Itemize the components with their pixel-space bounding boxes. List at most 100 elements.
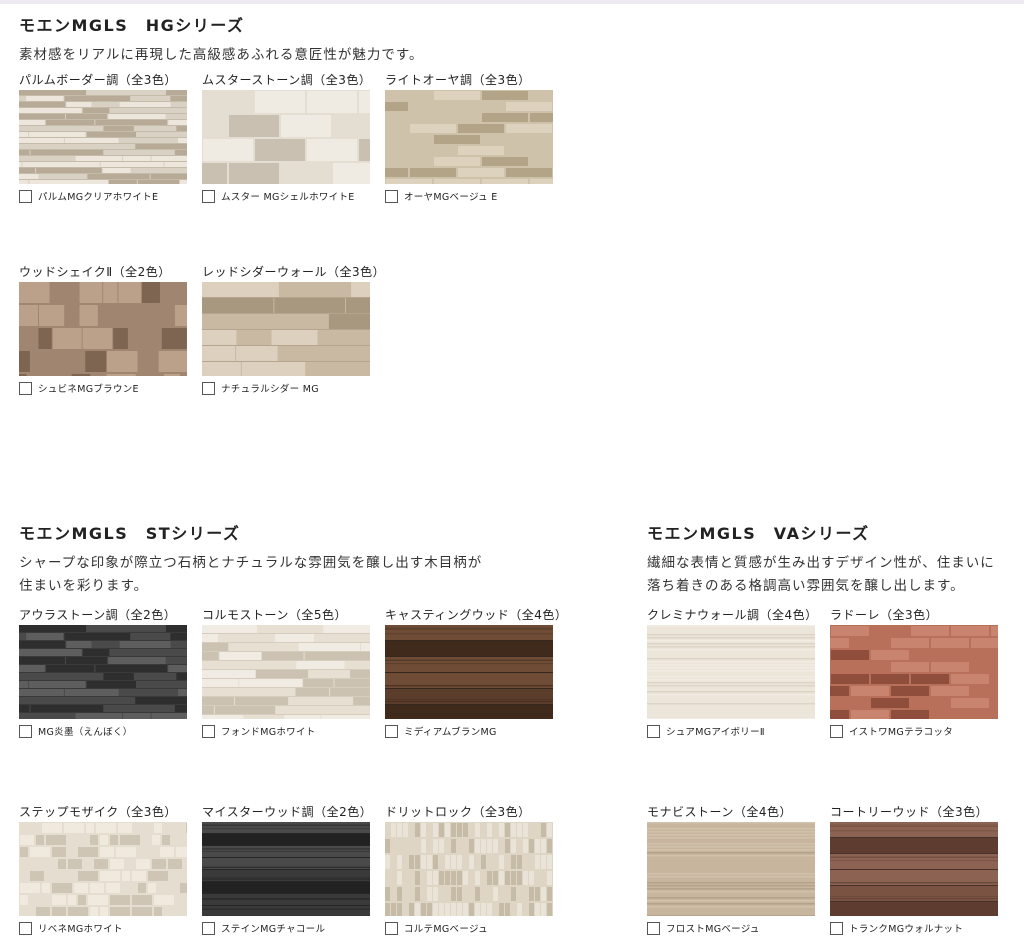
material-name: パルムボーダー調（全3色） [19, 73, 177, 87]
material-card: コートリーウッド（全3色） トランクMGウォルナット [830, 803, 998, 937]
product-name: リベネMGホワイト [38, 924, 123, 935]
st-series-desc-line: シャープな印象が際立つ石柄とナチュラルな雰囲気を醸し出す木目柄が [19, 555, 483, 571]
product-name: ナチュラルシダー MG [221, 384, 319, 395]
product-name: オーヤMGベージュ E [404, 192, 498, 203]
st-series-title: モエンMGLS STシリーズ [19, 524, 241, 543]
material-card: コルモストーン（全5色） フォンドMGホワイト [202, 606, 370, 740]
product-select-row[interactable]: ミディアムブランMG [385, 722, 553, 740]
product-name: シュアMGアイボリーⅡ [666, 727, 765, 738]
product-checkbox[interactable] [19, 921, 32, 935]
material-swatch-image[interactable] [19, 625, 187, 719]
st-row-1: アウラストーン調（全2色） MG炎墨（えんぼく） コルモストーン（全5色） フォンドM… [19, 606, 568, 740]
material-swatch-image[interactable] [202, 282, 370, 376]
material-name: クレミナウォール調（全4色） [647, 608, 818, 622]
product-checkbox[interactable] [647, 724, 660, 738]
material-card: ステップモザイク（全3色） リベネMGホワイト [19, 803, 187, 937]
product-checkbox[interactable] [385, 921, 398, 935]
product-checkbox[interactable] [830, 921, 843, 935]
material-card: マイスターウッド調（全2色） ステインMGチャコール [202, 803, 373, 937]
product-select-row[interactable]: ナチュラルシダー MG [202, 379, 370, 397]
material-card: ライトオーヤ調（全3色） オーヤMGベージュ E [385, 71, 553, 205]
va-row-1: クレミナウォール調（全4色） シュアMGアイボリーⅡ ラドーレ（全3色） イストワMG… [647, 606, 1013, 740]
material-card: クレミナウォール調（全4色） シュアMGアイボリーⅡ [647, 606, 818, 740]
st-series-description: シャープな印象が際立つ石柄とナチュラルな雰囲気を醸し出す木目柄が 住まいを彩りま… [19, 552, 482, 598]
material-swatch-image[interactable] [19, 822, 187, 916]
hg-series-description: 素材感をリアルに再現した高級感あふれる意匠性が魅力です。 [19, 44, 424, 67]
product-name: ミディアムブランMG [404, 727, 497, 738]
product-checkbox[interactable] [202, 724, 215, 738]
st-series-desc-line: 住まいを彩ります。 [19, 578, 149, 594]
product-select-row[interactable]: イストワMGテラコッタ [830, 722, 998, 740]
product-select-row[interactable]: MG炎墨（えんぼく） [19, 722, 187, 740]
material-swatch-image[interactable] [202, 625, 370, 719]
product-select-row[interactable]: コルテMGベージュ [385, 919, 553, 937]
hg-row-2: ウッドシェイクⅡ（全2色） シュビネMGブラウンE レッドシダーウォール（全3色） ナ… [19, 263, 385, 397]
product-name: フォンドMGホワイト [221, 727, 316, 738]
material-name: コルモストーン（全5色） [202, 608, 348, 622]
material-card: モナビストーン（全4色） フロストMGベージュ [647, 803, 815, 937]
product-select-row[interactable]: フロストMGベージュ [647, 919, 815, 937]
product-name: MG炎墨（えんぼく） [38, 727, 133, 738]
material-card: ドリットロック（全3色） コルテMGベージュ [385, 803, 553, 937]
va-row-2: モナビストーン（全4色） フロストMGベージュ コートリーウッド（全3色） トランクM… [647, 803, 1013, 937]
material-name: ドリットロック（全3色） [385, 805, 531, 819]
material-swatch-image[interactable] [385, 822, 553, 916]
material-swatch-image[interactable] [647, 822, 815, 916]
material-name: コートリーウッド（全3色） [830, 805, 989, 819]
product-select-row[interactable]: ムスター MGシェルホワイトE [202, 187, 370, 205]
material-name: ラドーレ（全3色） [830, 608, 939, 622]
product-select-row[interactable]: シュアMGアイボリーⅡ [647, 722, 815, 740]
product-checkbox[interactable] [202, 381, 215, 395]
product-checkbox[interactable] [830, 724, 843, 738]
material-swatch-image[interactable] [385, 90, 553, 184]
material-card: ウッドシェイクⅡ（全2色） シュビネMGブラウンE [19, 263, 187, 397]
product-select-row[interactable]: トランクMGウォルナット [830, 919, 998, 937]
material-swatch-image[interactable] [202, 822, 370, 916]
product-select-row[interactable]: フォンドMGホワイト [202, 722, 370, 740]
product-name: フロストMGベージュ [666, 924, 760, 935]
hg-row-1: パルムボーダー調（全3色） パルムMGクリアホワイトE ムスターストーン調（全3色）… [19, 71, 568, 205]
product-name: コルテMGベージュ [404, 924, 488, 935]
product-name: イストワMGテラコッタ [849, 727, 954, 738]
product-select-row[interactable]: パルムMGクリアホワイトE [19, 187, 187, 205]
product-checkbox[interactable] [385, 189, 398, 203]
material-swatch-image[interactable] [830, 625, 998, 719]
material-name: ウッドシェイクⅡ（全2色） [19, 265, 171, 279]
product-checkbox[interactable] [202, 921, 215, 935]
product-checkbox[interactable] [19, 189, 32, 203]
product-name: シュビネMGブラウンE [38, 384, 139, 395]
product-name: ステインMGチャコール [221, 924, 326, 935]
va-series-description: 繊細な表情と質感が生み出すデザイン性が、住まいに 落ち着きのある格調高い雰囲気を… [647, 552, 995, 598]
product-select-row[interactable]: ステインMGチャコール [202, 919, 370, 937]
va-series-header: モエンMGLS VAシリーズ 繊細な表情と質感が生み出すデザイン性が、住まいに … [647, 520, 995, 598]
product-name: パルムMGクリアホワイトE [38, 192, 159, 203]
material-name: アウラストーン調（全2色） [19, 608, 177, 622]
product-name: トランクMGウォルナット [849, 924, 964, 935]
product-name: ムスター MGシェルホワイトE [221, 192, 355, 203]
material-swatch-image[interactable] [19, 90, 187, 184]
material-name: ステップモザイク（全3色） [19, 805, 177, 819]
product-select-row[interactable]: オーヤMGベージュ E [385, 187, 553, 205]
product-select-row[interactable]: シュビネMGブラウンE [19, 379, 187, 397]
va-series-desc-line: 繊細な表情と質感が生み出すデザイン性が、住まいに [647, 555, 995, 571]
hg-series-title: モエンMGLS HGシリーズ [19, 16, 245, 35]
material-name: マイスターウッド調（全2色） [202, 805, 373, 819]
product-checkbox[interactable] [19, 724, 32, 738]
product-checkbox[interactable] [385, 724, 398, 738]
material-card: レッドシダーウォール（全3色） ナチュラルシダー MG [202, 263, 385, 397]
product-checkbox[interactable] [647, 921, 660, 935]
material-card: キャスティングウッド（全4色） ミディアムブランMG [385, 606, 567, 740]
material-card: ムスターストーン調（全3色） ムスター MGシェルホワイトE [202, 71, 372, 205]
product-checkbox[interactable] [19, 381, 32, 395]
material-name: ムスターストーン調（全3色） [202, 73, 372, 87]
product-checkbox[interactable] [202, 189, 215, 203]
material-swatch-image[interactable] [202, 90, 370, 184]
material-swatch-image[interactable] [19, 282, 187, 376]
st-series-header: モエンMGLS STシリーズ シャープな印象が際立つ石柄とナチュラルな雰囲気を醸… [19, 520, 482, 598]
material-swatch-image[interactable] [647, 625, 815, 719]
hg-series-desc-line: 素材感をリアルに再現した高級感あふれる意匠性が魅力です。 [19, 47, 424, 63]
material-swatch-image[interactable] [830, 822, 998, 916]
product-select-row[interactable]: リベネMGホワイト [19, 919, 187, 937]
material-swatch-image[interactable] [385, 625, 553, 719]
va-series-desc-line: 落ち着きのある格調高い雰囲気を醸し出します。 [647, 578, 965, 594]
